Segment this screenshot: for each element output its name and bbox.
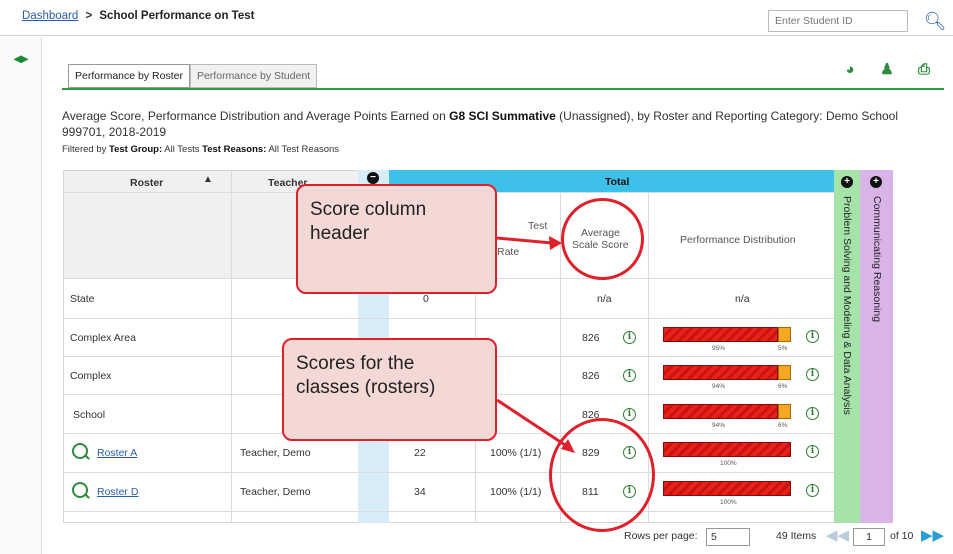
percent-label: 6%: [778, 383, 788, 390]
test-reasons-label: Test Reasons:: [202, 144, 267, 155]
filter-label: Filtered by: [62, 144, 107, 155]
roster-d-link[interactable]: Roster D: [97, 486, 138, 498]
category-1-label: Problem Solving and Modeling & Data Anal…: [841, 196, 853, 415]
row-name-school: School: [73, 409, 106, 421]
expand-category-2-icon[interactable]: +: [870, 176, 882, 188]
sort-icon[interactable]: ▲: [203, 174, 213, 185]
performance-bar-red: [663, 327, 778, 342]
print-icon[interactable]: ⎙: [912, 58, 936, 82]
callout-text: Score column: [310, 199, 427, 220]
breadcrumb-dashboard-link[interactable]: Dashboard: [22, 10, 78, 22]
expand-category-1-icon[interactable]: +: [841, 176, 853, 188]
search-icon[interactable]: 🔍︎: [922, 8, 948, 34]
row-rate-roster-a: 100% (1/1): [490, 447, 542, 459]
percent-label: 100%: [720, 460, 737, 467]
info-icon[interactable]: i: [623, 369, 636, 382]
roster-detail-icon[interactable]: [72, 482, 88, 498]
divider: [231, 171, 232, 523]
row-teacher-roster-a: Teacher, Demo: [240, 447, 311, 459]
roster-a-link[interactable]: Roster A: [97, 447, 137, 459]
next-page-icon[interactable]: ▶▶: [921, 526, 944, 544]
test-group-label: Test Group:: [109, 144, 163, 155]
row-name-complex: Complex: [70, 370, 112, 382]
description-prefix: Average Score, Performance Distribution …: [62, 109, 450, 123]
left-rail: ◂▸: [0, 37, 42, 554]
performance-bar-gold: [778, 327, 791, 342]
info-icon[interactable]: i: [806, 445, 819, 458]
performance-bar-red: [663, 365, 778, 380]
performance-distribution-header: Performance Distribution: [680, 234, 796, 246]
info-icon[interactable]: i: [806, 368, 819, 381]
row-count-roster-a: 22: [414, 447, 426, 459]
tab-performance-by-roster[interactable]: Performance by Roster: [68, 64, 190, 88]
report-tabs: Performance by Roster Performance by Stud…: [68, 64, 318, 88]
test-reasons-value: All Test Reasons: [268, 144, 340, 155]
callout-score-header: Score column header: [296, 184, 497, 294]
top-bar: Dashboard > School Performance on Test 🔍…: [0, 0, 953, 36]
report-description: Average Score, Performance Distribution …: [62, 108, 944, 140]
total-header-label: Total: [605, 176, 630, 188]
collapse-column-icon[interactable]: −: [367, 172, 379, 184]
performance-bar-red: [663, 481, 791, 496]
row-name-complex-area: Complex Area: [70, 332, 136, 344]
pie-chart-icon[interactable]: ◕: [838, 58, 862, 82]
row-score-complex: 826: [582, 370, 600, 382]
divider: [64, 318, 834, 319]
percent-label: 100%: [720, 499, 737, 506]
test-column-header[interactable]: Test: [528, 220, 547, 232]
percent-label: 5%: [778, 345, 788, 352]
rate-column-header[interactable]: Rate: [497, 246, 519, 258]
percent-label: 94%: [712, 422, 726, 429]
info-icon[interactable]: i: [806, 330, 819, 343]
test-group-value: All Tests: [164, 144, 200, 155]
callout-roster-scores: Scores for the classes (rosters): [282, 338, 497, 441]
info-icon[interactable]: i: [623, 331, 636, 344]
performance-bar-red: [663, 404, 778, 419]
row-score-complex-area: 826: [582, 332, 600, 344]
test-name: G8 SCI Summative: [449, 109, 556, 123]
callout-text: header: [310, 223, 370, 244]
tab-performance-by-student[interactable]: Performance by Student: [189, 64, 318, 88]
highlight-circle-roster-scores: [549, 418, 655, 532]
percent-label: 95%: [712, 345, 726, 352]
breadcrumb-separator: >: [85, 10, 93, 22]
performance-bar-red: [663, 442, 791, 457]
callout-text: classes (rosters): [296, 377, 436, 398]
info-icon[interactable]: i: [623, 408, 636, 421]
row-teacher-roster-d: Teacher, Demo: [240, 486, 311, 498]
row-count-roster-d: 34: [414, 486, 426, 498]
callout-text: Scores for the: [296, 353, 415, 374]
student-id-input[interactable]: [768, 10, 908, 32]
page-title: School Performance on Test: [99, 10, 255, 22]
divider: [64, 472, 834, 473]
page-number-input[interactable]: 1: [853, 528, 885, 546]
highlight-circle-score-header: [561, 198, 644, 280]
filter-line: Filtered by Test Group: All Tests Test R…: [62, 144, 339, 155]
performance-bar-gold: [778, 365, 791, 380]
previous-page-icon[interactable]: ◀◀: [826, 526, 849, 544]
row-dist-state: n/a: [735, 293, 750, 305]
info-icon[interactable]: i: [806, 484, 819, 497]
row-name-state: State: [70, 293, 95, 305]
page-total: of 10: [890, 530, 914, 542]
roster-column-header[interactable]: Roster: [130, 177, 163, 189]
rows-per-page-input[interactable]: 5: [706, 528, 750, 546]
roster-detail-icon[interactable]: [72, 443, 88, 459]
row-rate-roster-d: 100% (1/1): [490, 486, 542, 498]
percent-label: 6%: [778, 422, 788, 429]
breadcrumb: Dashboard > School Performance on Test: [22, 10, 254, 22]
row-count-state: 0: [423, 293, 429, 305]
item-count: 49 Items: [776, 530, 817, 542]
tab-underline: [62, 88, 944, 90]
category-2-label: Communicating Reasoning: [871, 196, 883, 323]
performance-bar-gold: [778, 404, 791, 419]
row-score-state: n/a: [597, 293, 612, 305]
expand-collapse-icon[interactable]: ◂▸: [10, 47, 32, 69]
divider: [64, 511, 834, 512]
rows-per-page-label: Rows per page:: [624, 530, 698, 542]
info-icon[interactable]: i: [806, 407, 819, 420]
students-icon[interactable]: ♟: [875, 58, 899, 82]
percent-label: 94%: [712, 383, 726, 390]
